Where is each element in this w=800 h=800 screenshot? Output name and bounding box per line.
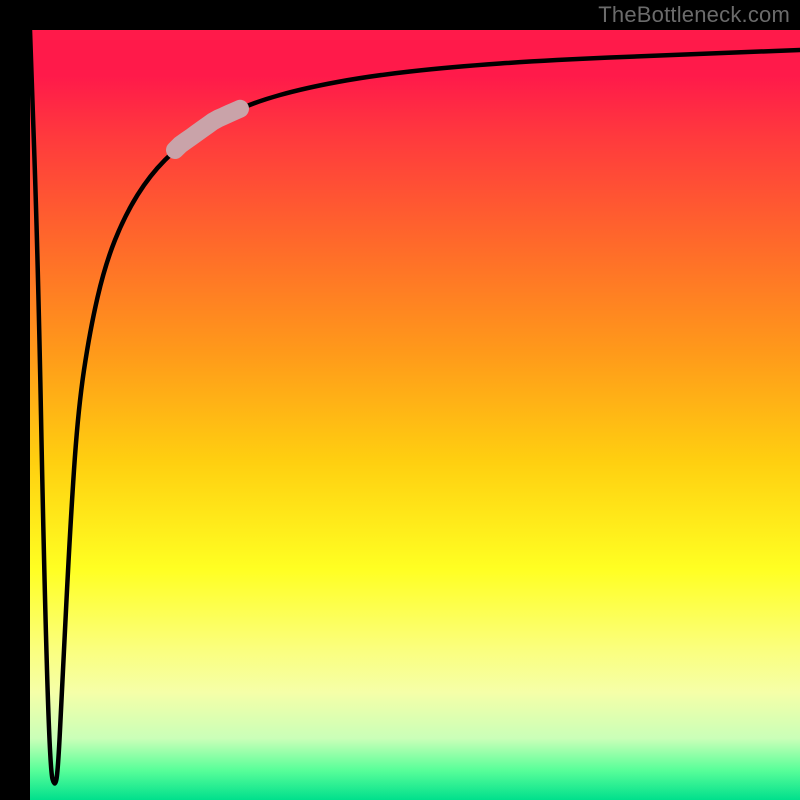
attribution-label: TheBottleneck.com xyxy=(598,2,790,28)
chart-highlight-segment xyxy=(175,109,240,150)
chart-curve-path xyxy=(30,30,800,784)
chart-plot-area xyxy=(30,30,800,800)
chart-curve-svg xyxy=(30,30,800,800)
